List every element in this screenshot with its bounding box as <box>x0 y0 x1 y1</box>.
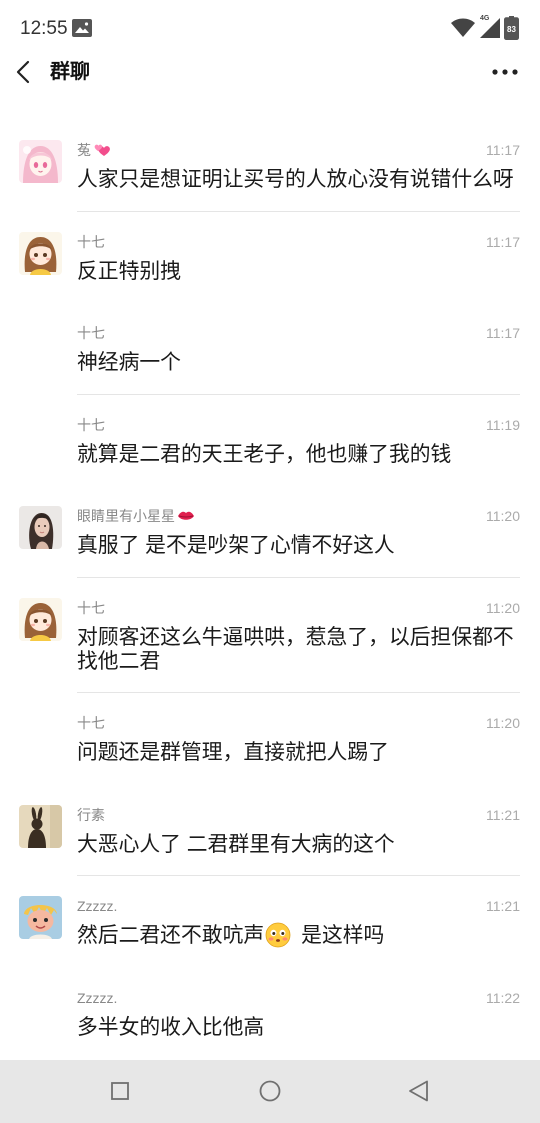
message-time: 11:22 <box>486 989 520 1006</box>
recent-apps-button[interactable] <box>107 1079 133 1105</box>
message-text: 然后二君还不敢吭声 是这样吗 <box>77 922 520 948</box>
message-text-part: 是这样吗 <box>301 924 385 947</box>
sender-name: 菟 <box>77 140 111 160</box>
message-row[interactable]: 十七 11:20 对顾客还这么牛逼哄哄，惹急了，以后担保都不找他二君 <box>0 578 540 694</box>
message-text: 就算是二君的天王老子，他也赚了我的钱 <box>77 442 452 466</box>
message-row[interactable]: Zzzzz. 11:21 然后二君还不敢吭声 是这样吗 <box>0 876 540 968</box>
message-text-part: 然后二君还不敢吭声 <box>77 924 265 947</box>
message-text: 人家只是想证明让买号的人放心没有说错什么呀 <box>77 168 514 191</box>
sender-name: 十七 <box>77 715 105 731</box>
message-header: 行素 11:21 <box>77 805 520 825</box>
message-header: 菟 11:17 <box>77 140 520 160</box>
sender-name: 行素 <box>77 806 105 823</box>
message-text: 反正特别拽 <box>77 259 181 283</box>
message-text: 多半女的收入比他高 <box>77 1015 265 1039</box>
chat-search-screen: 12:55 4G 83 群聊 菟 11:17 人家只是想证明让买号的人放心没有说… <box>0 0 540 1123</box>
message-row[interactable]: 十七 11:20 问题还是群管理，直接就把人踢了 <box>0 693 540 785</box>
message-header: 十七 11:19 <box>77 415 520 435</box>
page-title: 群聊 <box>50 61 90 83</box>
pink-anime-girl-avatar[interactable] <box>19 140 62 183</box>
system-nav-bar <box>0 1060 540 1123</box>
message-list: 菟 11:17 人家只是想证明让买号的人放心没有说错什么呀 十七 11:17 反… <box>0 120 540 1059</box>
message-header: 十七 11:20 <box>77 713 520 733</box>
message-header: 十七 11:17 <box>77 232 520 252</box>
brown-hair-girl-avatar[interactable] <box>19 231 62 275</box>
battery-level: 83 <box>507 25 516 34</box>
message-time: 11:19 <box>486 416 520 433</box>
woman-photo-avatar[interactable] <box>19 506 62 549</box>
message-header: 十七 11:17 <box>77 323 520 343</box>
sender-name: 十七 <box>77 416 105 433</box>
message-time: 11:17 <box>486 233 520 250</box>
status-time: 12:55 <box>20 18 68 39</box>
message-text: 神经病一个 <box>77 351 181 374</box>
sender-name: Zzzzz. <box>77 989 118 1006</box>
sender-name: 眼睛里有小星星 <box>77 506 195 526</box>
kiss-mark-icon <box>177 510 195 522</box>
sender-name: 十七 <box>77 599 105 616</box>
message-text: 问题还是群管理，直接就把人踢了 <box>77 741 389 764</box>
more-button[interactable] <box>489 64 521 80</box>
message-time: 11:20 <box>486 599 520 616</box>
message-row[interactable]: 菟 11:17 人家只是想证明让买号的人放心没有说错什么呀 <box>0 120 540 212</box>
message-header: 十七 11:20 <box>77 598 520 618</box>
recent-apps-icon <box>111 1082 129 1100</box>
message-row[interactable]: 眼睛里有小星星 11:20 真服了 是不是吵架了心情不好这人 <box>0 486 540 578</box>
message-time: 11:20 <box>486 715 520 731</box>
sender-name-text: 菟 <box>77 142 91 158</box>
app-header: 群聊 <box>0 56 540 100</box>
sender-name: 十七 <box>77 325 105 341</box>
wifi-icon <box>450 18 476 38</box>
message-row[interactable]: 行素 11:21 大恶心人了 二君群里有大病的这个 <box>0 785 540 877</box>
message-time: 11:17 <box>486 325 520 341</box>
back-triangle-icon <box>409 1080 428 1102</box>
message-row[interactable]: 十七 11:17 反正特别拽 <box>0 212 540 304</box>
message-time: 11:21 <box>486 898 520 914</box>
brown-hair-girl-avatar[interactable] <box>19 597 62 641</box>
message-row[interactable]: 十七 11:19 就算是二君的天王老子，他也赚了我的钱 <box>0 395 540 487</box>
message-row[interactable]: 十七 11:17 神经病一个 <box>0 303 540 395</box>
flushed-face-icon <box>265 922 291 948</box>
message-text: 对顾客还这么牛逼哄哄，惹急了，以后担保都不找他二君 <box>77 625 514 673</box>
back-nav-button[interactable] <box>406 1079 432 1105</box>
home-circle-icon <box>259 1080 281 1102</box>
chevron-left-icon <box>16 60 30 84</box>
cartoon-character-avatar[interactable] <box>19 896 62 939</box>
message-header: 眼睛里有小星星 11:20 <box>77 506 520 526</box>
message-time: 11:21 <box>486 806 520 823</box>
status-bar: 12:55 4G 83 <box>0 0 540 56</box>
two-hearts-icon <box>93 142 111 158</box>
message-text: 真服了 是不是吵架了心情不好这人 <box>77 534 395 557</box>
message-header: Zzzzz. 11:22 <box>77 988 520 1008</box>
sender-name: 十七 <box>77 233 105 250</box>
back-button[interactable] <box>12 60 38 84</box>
network-type-label: 4G <box>480 15 490 22</box>
message-time: 11:17 <box>486 142 520 158</box>
home-button[interactable] <box>257 1079 283 1105</box>
more-dots-icon <box>492 69 518 75</box>
message-time: 11:20 <box>486 508 520 524</box>
sender-name: Zzzzz. <box>77 898 118 914</box>
message-row[interactable]: Zzzzz. 11:22 多半女的收入比他高 <box>0 968 540 1060</box>
message-text: 大恶心人了 二君群里有大病的这个 <box>77 832 395 856</box>
sender-name-text: 眼睛里有小星星 <box>77 508 175 524</box>
message-header: Zzzzz. 11:21 <box>77 896 520 916</box>
rabbit-silhouette-avatar[interactable] <box>19 804 62 848</box>
gallery-image-icon <box>72 19 92 37</box>
